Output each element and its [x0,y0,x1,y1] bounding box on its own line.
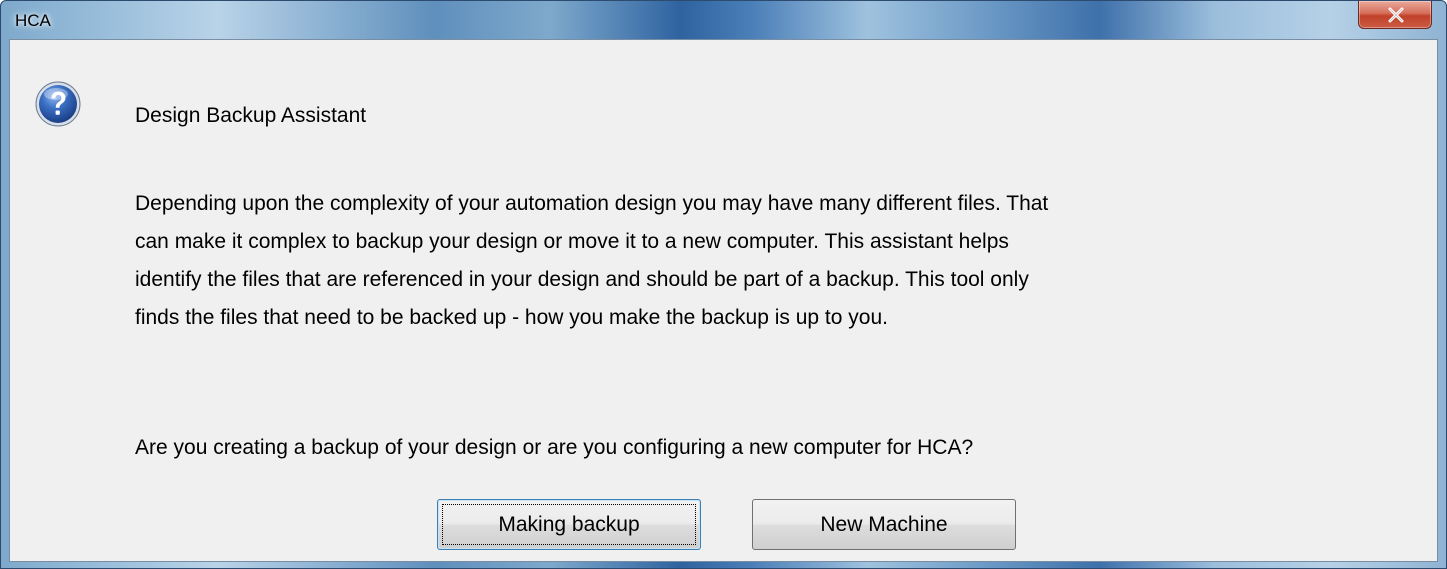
dialog-body: Depending upon the complexity of your au… [135,185,1315,337]
making-backup-button[interactable]: Making backup [437,499,701,550]
dialog-question: Are you creating a backup of your design… [135,436,974,459]
body-line: can make it complex to backup your desig… [135,230,1009,253]
body-line: identify the files that are referenced i… [135,268,1029,291]
title-bar[interactable]: HCA [1,1,1446,39]
making-backup-label: Making backup [498,512,640,536]
window-title: HCA [15,11,51,30]
dialog-client-area: Design Backup Assistant Depending upon t… [9,39,1438,562]
dialog-heading: Design Backup Assistant [135,104,367,127]
question-icon [35,81,81,127]
new-machine-button[interactable]: New Machine [752,499,1016,550]
dialog-window: HCA Design Backup Assistant Depending up… [0,0,1447,569]
body-line: Depending upon the complexity of your au… [135,192,1049,215]
close-button[interactable] [1358,1,1432,29]
new-machine-label: New Machine [820,512,948,536]
close-icon [1388,7,1404,23]
body-line: finds the files that need to be backed u… [135,306,888,329]
